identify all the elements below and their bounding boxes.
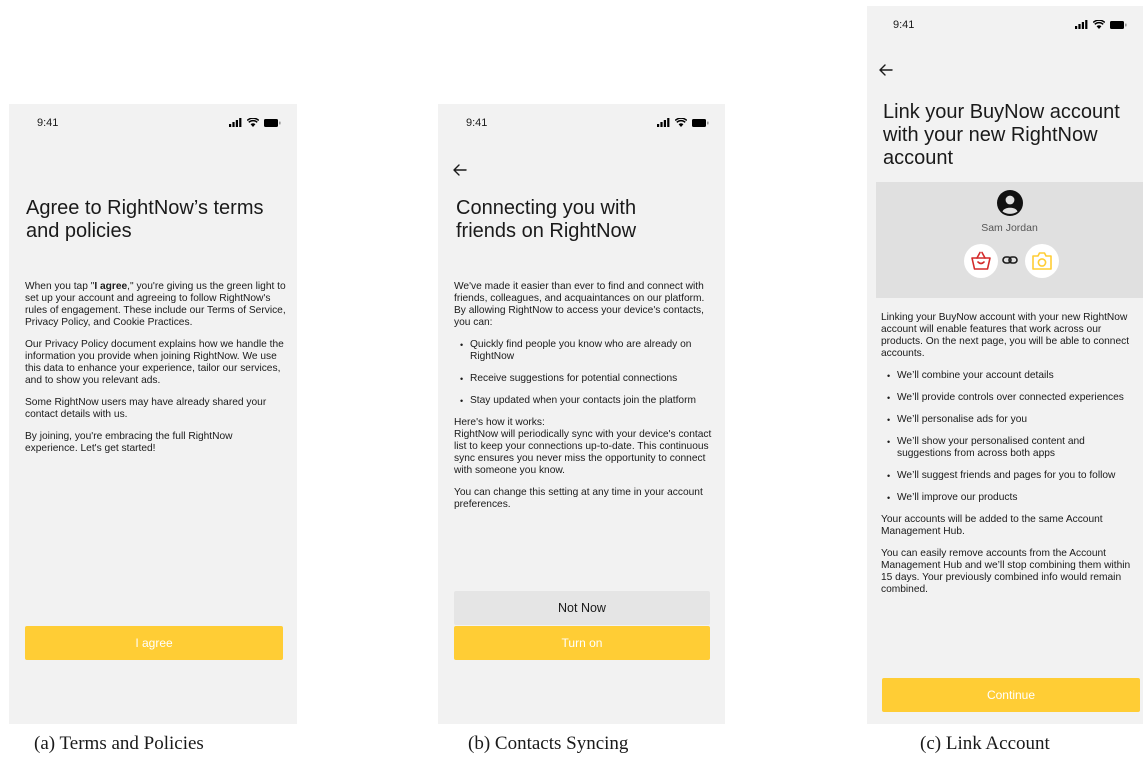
signal-icon — [229, 118, 242, 127]
signal-icon — [657, 118, 670, 127]
wifi-icon — [247, 118, 259, 127]
caption-contacts: (b) Contacts Syncing — [468, 733, 629, 754]
remove-paragraph: You can easily remove accounts from the … — [881, 548, 1131, 595]
terms-screen: 9:41 Agree to RightNow’s terms and polic… — [9, 104, 297, 724]
contacts-paragraph: Some RightNow users may have already sha… — [25, 397, 267, 420]
battery-icon — [1110, 21, 1127, 29]
camera-icon — [1032, 252, 1052, 270]
back-button[interactable] — [878, 62, 894, 78]
wifi-icon — [675, 118, 687, 127]
list-item: We’ll suggest friends and pages for you … — [881, 470, 1139, 482]
terms-body: When you tap "I agree," you're giving us… — [25, 281, 287, 465]
status-bar: 9:41 — [867, 19, 1143, 33]
caption-link: (c) Link Account — [920, 733, 1050, 754]
link-icon — [1002, 256, 1018, 264]
welcome-paragraph: By joining, you're embracing the full Ri… — [25, 431, 233, 454]
contacts-body: We've made it easier than ever to find a… — [454, 281, 716, 521]
arrow-left-icon — [453, 164, 467, 176]
list-item: We’ll provide controls over connected ex… — [881, 392, 1139, 404]
features-list: We’ll combine your account details We’ll… — [881, 370, 1139, 504]
buynow-app-badge — [964, 244, 998, 278]
status-bar: 9:41 — [9, 117, 297, 131]
caption-terms: (a) Terms and Policies — [34, 733, 204, 754]
status-time: 9:41 — [466, 117, 488, 129]
page-title: Agree to RightNow’s terms and policies — [26, 197, 264, 242]
status-time: 9:41 — [893, 19, 915, 31]
list-item: We’ll combine your account details — [881, 370, 1139, 382]
list-item: We’ll improve our products — [881, 492, 1139, 504]
signal-icon — [1075, 20, 1088, 29]
how-body: RightNow will periodically sync with you… — [454, 429, 712, 476]
hub-paragraph: Your accounts will be added to the same … — [881, 514, 1103, 537]
page-title: Link your BuyNow account with your new R… — [883, 101, 1120, 169]
account-link-card: Sam Jordan — [876, 182, 1143, 298]
user-name: Sam Jordan — [981, 222, 1038, 234]
contacts-screen: 9:41 Connecting you with friends on Righ… — [438, 104, 725, 724]
terms-paragraph: When you tap "I agree," you're giving us… — [25, 281, 286, 328]
link-account-screen: 9:41 Link your BuyNow account with your … — [867, 6, 1143, 724]
battery-icon — [692, 119, 709, 127]
rightnow-app-badge — [1025, 244, 1059, 278]
page-title: Connecting you with friends on RightNow — [456, 197, 637, 242]
arrow-left-icon — [879, 64, 893, 76]
list-item: Receive suggestions for potential connec… — [454, 373, 716, 385]
turn-on-button[interactable]: Turn on — [454, 626, 710, 660]
continue-button[interactable]: Continue — [882, 678, 1140, 712]
list-item: Stay updated when your contacts join the… — [454, 395, 716, 407]
wifi-icon — [1093, 20, 1105, 29]
list-item: We’ll personalise ads for you — [881, 414, 1139, 426]
settings-note: You can change this setting at any time … — [454, 487, 703, 510]
agree-button[interactable]: I agree — [25, 626, 283, 660]
back-button[interactable] — [452, 162, 468, 178]
link-body: Linking your BuyNow account with your ne… — [881, 312, 1139, 606]
basket-icon — [971, 251, 991, 270]
user-circle-icon — [997, 190, 1023, 216]
not-now-button[interactable]: Not Now — [454, 591, 710, 625]
privacy-paragraph: Our Privacy Policy document explains how… — [25, 339, 284, 386]
how-heading: Here's how it works: — [454, 417, 545, 428]
intro-paragraph: Linking your BuyNow account with your ne… — [881, 312, 1130, 359]
status-bar: 9:41 — [438, 117, 725, 131]
how-it-works-paragraph: Here's how it works: RightNow will perio… — [454, 417, 716, 477]
agree-emphasis: I agree — [94, 281, 128, 292]
battery-icon — [264, 119, 281, 127]
list-item: We’ll show your personalised content and… — [881, 436, 1139, 460]
benefits-list: Quickly find people you know who are alr… — [454, 339, 716, 407]
status-time: 9:41 — [37, 117, 59, 129]
intro-paragraph: We've made it easier than ever to find a… — [454, 281, 705, 328]
list-item: Quickly find people you know who are alr… — [454, 339, 716, 363]
